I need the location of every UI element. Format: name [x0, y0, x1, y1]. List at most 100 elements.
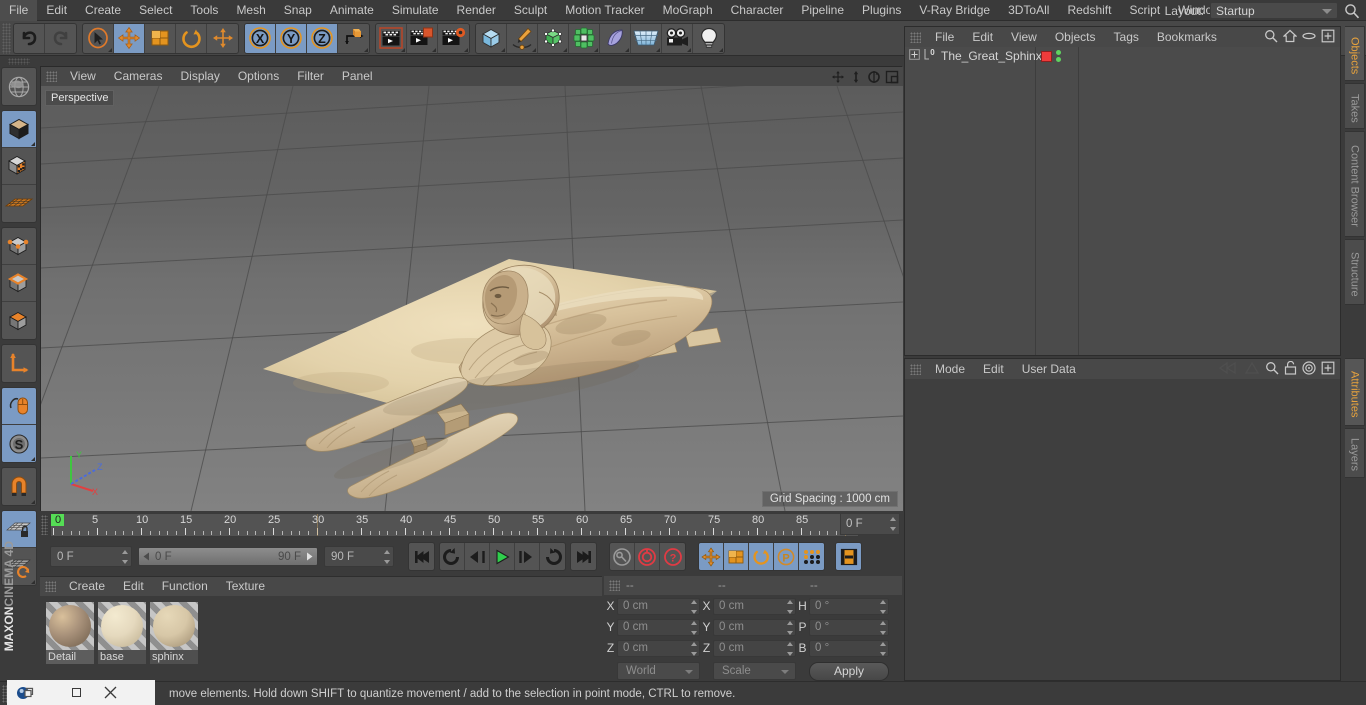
- coordinate-system-dropdown[interactable]: World: [617, 662, 700, 680]
- transform-mode-dropdown[interactable]: Scale: [713, 662, 796, 680]
- history-forward-icon[interactable]: [1244, 361, 1260, 378]
- size-y-spinner[interactable]: [786, 620, 793, 635]
- redo-button[interactable]: [45, 24, 76, 53]
- add-spline-button[interactable]: [507, 23, 538, 53]
- step-back-button[interactable]: [465, 543, 490, 570]
- menu-item-pipeline[interactable]: Pipeline: [792, 0, 853, 21]
- attributes-grip[interactable]: [910, 363, 921, 375]
- render-view-button[interactable]: [376, 23, 407, 53]
- material-menu-edit[interactable]: Edit: [114, 577, 153, 596]
- go-to-end-button[interactable]: [571, 543, 596, 570]
- tab-structure[interactable]: Structure: [1345, 239, 1365, 305]
- menu-item-vray-bridge[interactable]: V-Ray Bridge: [910, 0, 999, 21]
- object-menu-bookmarks[interactable]: Bookmarks: [1148, 27, 1226, 47]
- left-toolbar-grip[interactable]: [8, 58, 30, 65]
- timeline-ruler[interactable]: 051015202530354045505560657075808590: [50, 513, 859, 537]
- material-item[interactable]: Detail: [46, 602, 94, 664]
- size-y-field[interactable]: 0 cm: [713, 618, 796, 636]
- position-x-field[interactable]: 0 cm: [617, 597, 700, 615]
- material-menu-grip[interactable]: [45, 581, 56, 592]
- menu-item-render[interactable]: Render: [448, 0, 505, 21]
- move-tool[interactable]: [114, 23, 145, 53]
- tab-content-browser[interactable]: Content Browser: [1345, 131, 1365, 237]
- viewport-menu-view[interactable]: View: [61, 67, 105, 86]
- axis-move-tool[interactable]: [207, 24, 238, 53]
- menu-item-mesh[interactable]: Mesh: [227, 0, 274, 21]
- menu-item-create[interactable]: Create: [76, 0, 130, 21]
- size-x-spinner[interactable]: [786, 599, 793, 614]
- position-x-spinner[interactable]: [690, 599, 697, 614]
- ellipse-icon[interactable]: [1302, 29, 1316, 46]
- timeline-grip[interactable]: [41, 515, 48, 535]
- menu-item-select[interactable]: Select: [130, 0, 181, 21]
- object-manager-body[interactable]: 0 The_Great_Sphinx: [905, 47, 1340, 355]
- play-backwards-loop-button[interactable]: [440, 543, 465, 570]
- rotation-h-field[interactable]: 0 °: [809, 597, 889, 615]
- record-position-button[interactable]: [699, 543, 724, 570]
- object-menu-file[interactable]: File: [926, 27, 963, 47]
- max-frame-spinner[interactable]: [383, 550, 390, 564]
- layout-dropdown[interactable]: Startup: [1210, 2, 1338, 19]
- record-scale-button[interactable]: [724, 543, 749, 570]
- viewport-menu-filter[interactable]: Filter: [288, 67, 333, 86]
- attributes-menu-edit[interactable]: Edit: [974, 359, 1013, 379]
- make-editable-globe-button[interactable]: [2, 68, 36, 105]
- menu-item-tools[interactable]: Tools: [181, 0, 227, 21]
- pin-icon[interactable]: [1321, 361, 1335, 378]
- rotation-p-spinner[interactable]: [879, 620, 886, 635]
- search-icon[interactable]: [1264, 29, 1278, 46]
- tab-attributes[interactable]: Attributes: [1345, 358, 1365, 426]
- enable-axis-modification-button[interactable]: [2, 345, 36, 382]
- new-layer-icon[interactable]: [1321, 29, 1335, 46]
- rotation-b-spinner[interactable]: [879, 641, 886, 656]
- attributes-menu-mode[interactable]: Mode: [926, 359, 974, 379]
- size-x-field[interactable]: 0 cm: [713, 597, 796, 615]
- model-mode-button[interactable]: [2, 111, 36, 148]
- menu-item-file[interactable]: File: [0, 0, 38, 21]
- play-forward-loop-button[interactable]: [540, 543, 565, 570]
- position-z-spinner[interactable]: [690, 641, 697, 656]
- enable-snapping-button[interactable]: [2, 468, 36, 505]
- menu-item-edit[interactable]: Edit: [37, 0, 76, 21]
- record-param-button[interactable]: P: [774, 543, 799, 570]
- add-nurbs-button[interactable]: [538, 23, 569, 53]
- menu-item-redshift[interactable]: Redshift: [1058, 0, 1120, 21]
- viewport-menu-cameras[interactable]: Cameras: [105, 67, 172, 86]
- history-back-icon[interactable]: [1218, 361, 1239, 378]
- tab-takes[interactable]: Takes: [1345, 83, 1365, 129]
- size-z-field[interactable]: 0 cm: [713, 639, 796, 657]
- live-selection-tool[interactable]: [83, 23, 114, 53]
- position-y-field[interactable]: 0 cm: [617, 618, 700, 636]
- material-menu-function[interactable]: Function: [153, 577, 217, 596]
- texture-mode-button[interactable]: [2, 148, 36, 185]
- lock-y-axis-button[interactable]: Y: [276, 23, 307, 53]
- viewport-menu-panel[interactable]: Panel: [333, 67, 382, 86]
- end-frame-field[interactable]: 0 F: [840, 513, 900, 535]
- rotation-b-field[interactable]: 0 °: [809, 639, 889, 657]
- tab-objects[interactable]: Objects: [1345, 26, 1365, 81]
- attributes-body[interactable]: [905, 379, 1340, 680]
- viewport-menu-grip[interactable]: [46, 71, 57, 82]
- lock-x-axis-button[interactable]: X: [245, 23, 276, 53]
- play-button[interactable]: [490, 543, 515, 570]
- polygons-mode-button[interactable]: [2, 302, 36, 339]
- tab-layers[interactable]: Layers: [1345, 428, 1365, 478]
- home-icon[interactable]: [1282, 29, 1298, 46]
- autokeying-button[interactable]: [635, 543, 660, 570]
- uv-mesh-mode-button[interactable]: [2, 185, 36, 222]
- visibility-dots[interactable]: [1056, 50, 1061, 62]
- material-preview[interactable]: [98, 602, 146, 650]
- menu-item-snap[interactable]: Snap: [275, 0, 321, 21]
- object-menu-view[interactable]: View: [1002, 27, 1046, 47]
- material-menu-create[interactable]: Create: [60, 577, 114, 596]
- attributes-menu-user-data[interactable]: User Data: [1013, 359, 1085, 379]
- toolbar-grip[interactable]: [2, 22, 11, 54]
- dolly-view-icon[interactable]: [848, 69, 863, 84]
- render-to-picture-viewer-button[interactable]: [407, 23, 438, 53]
- frame-range-slider[interactable]: 0 F 90 F: [138, 547, 318, 566]
- restore-window-button[interactable]: [59, 680, 93, 705]
- record-active-objects-button[interactable]: [610, 543, 635, 570]
- undo-button[interactable]: [14, 23, 45, 53]
- edges-mode-button[interactable]: [2, 265, 36, 302]
- material-item[interactable]: sphinx: [150, 602, 198, 664]
